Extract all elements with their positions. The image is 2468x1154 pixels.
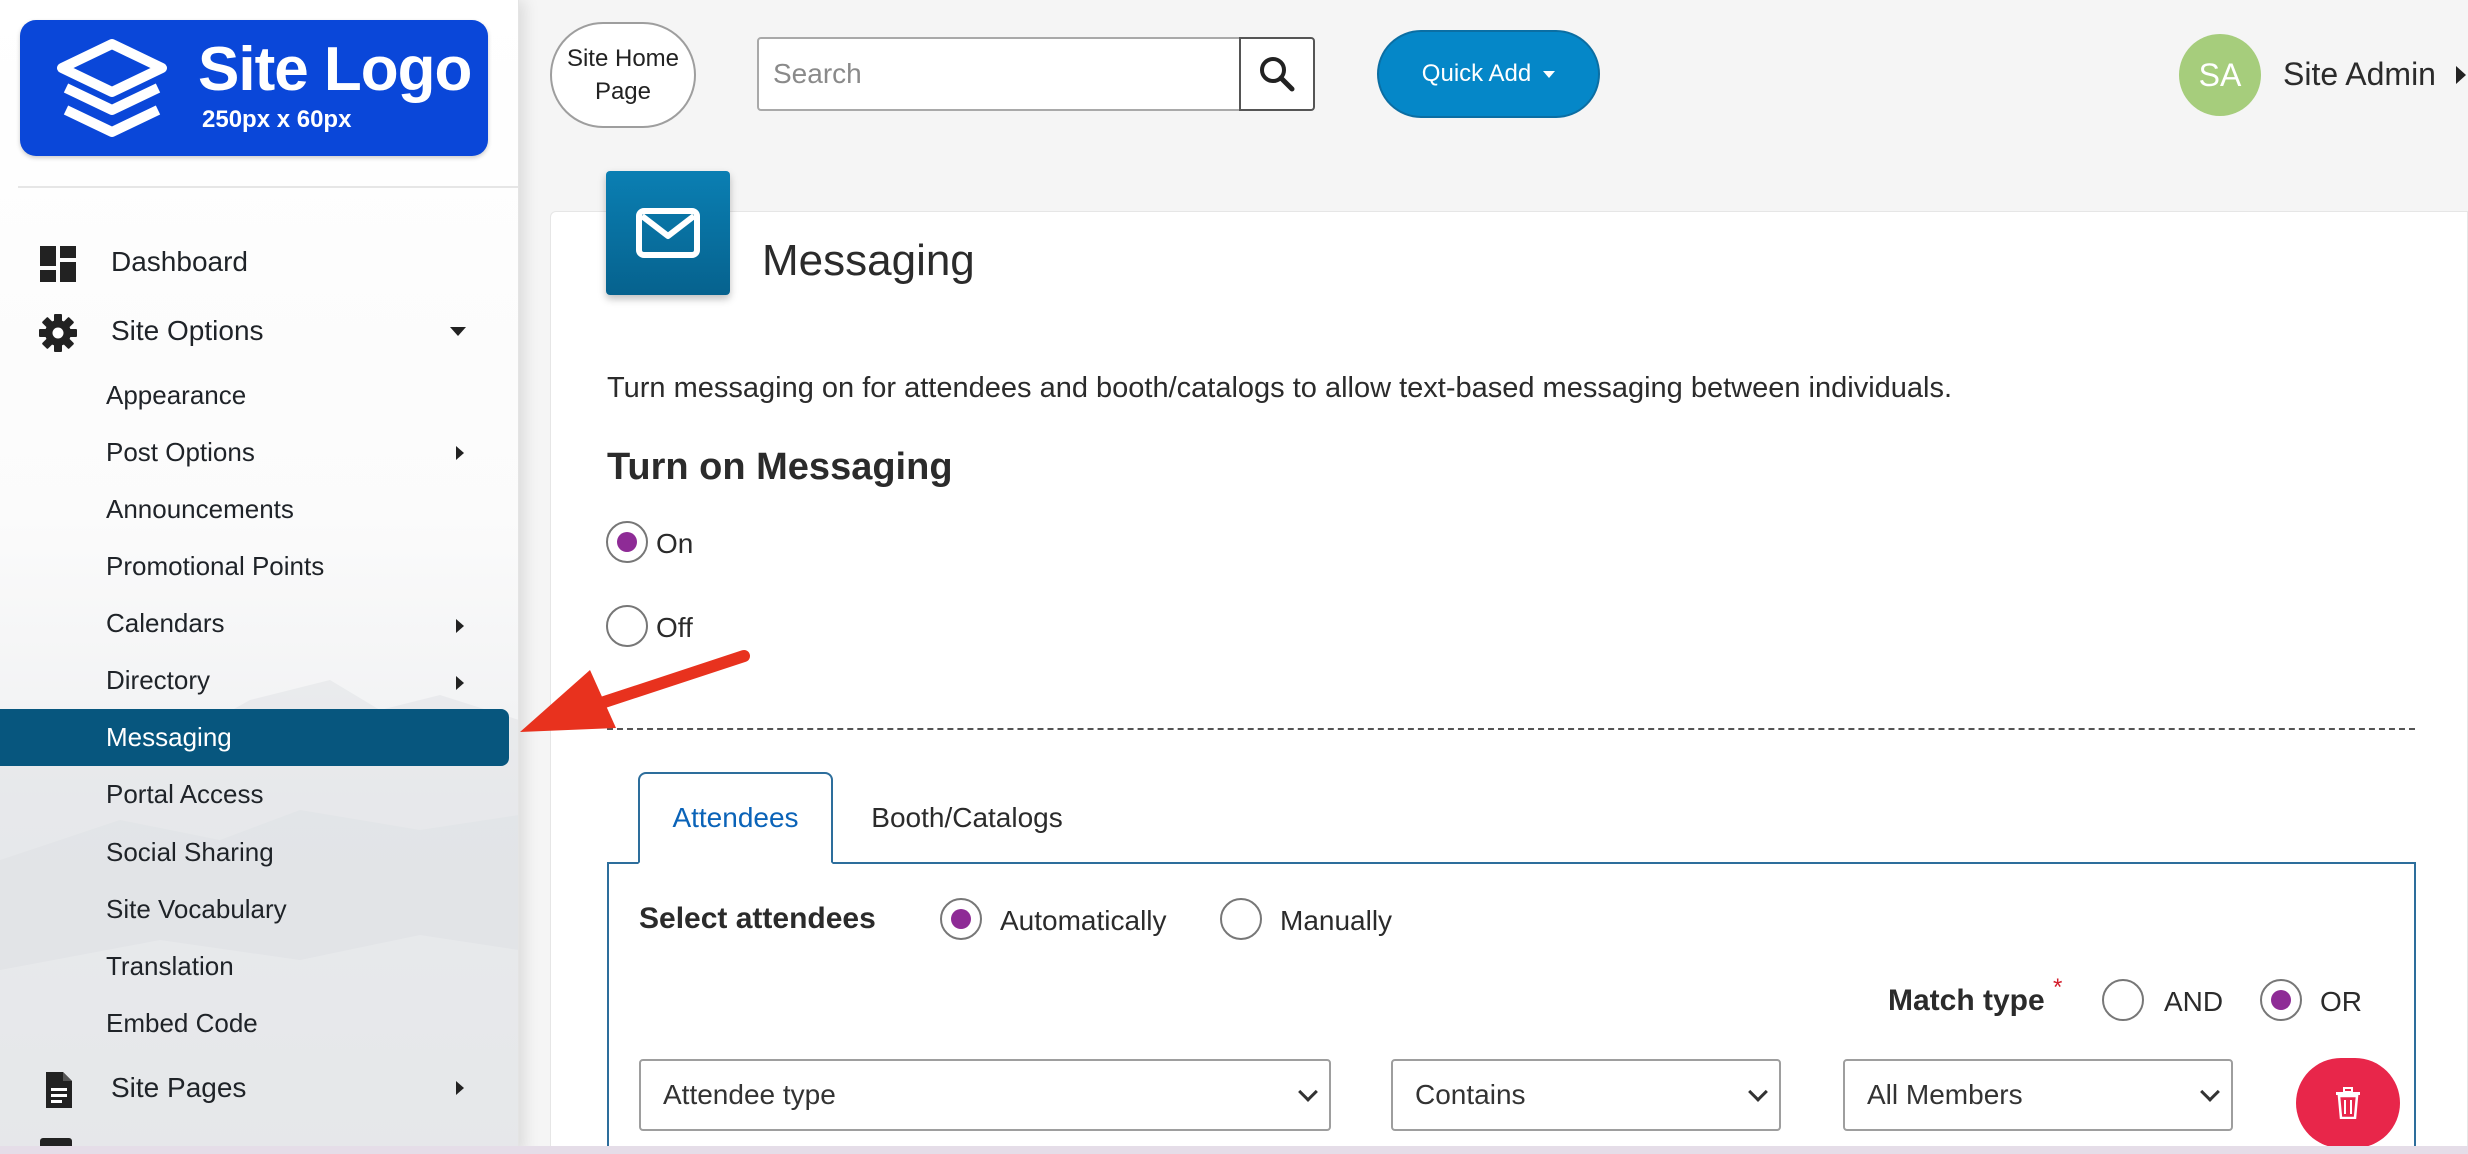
sidebar-item-label: Social Sharing bbox=[106, 837, 274, 867]
sidebar-item-label: Dashboard bbox=[111, 246, 248, 277]
required-marker: * bbox=[2053, 974, 2063, 1001]
sidebar-item-label: Messaging bbox=[106, 722, 232, 752]
sidebar-item-portal-access[interactable]: Portal Access bbox=[0, 766, 518, 823]
sidebar-item-site-vocabulary[interactable]: Site Vocabulary bbox=[0, 881, 518, 938]
delete-filter-button[interactable] bbox=[2296, 1058, 2400, 1148]
trash-icon bbox=[2336, 1087, 2360, 1119]
filter-field-value: Attendee type bbox=[663, 1079, 836, 1110]
site-home-page-button[interactable]: Site Home Page bbox=[550, 22, 696, 128]
sidebar-item-label: Embed Code bbox=[106, 1008, 258, 1038]
logo-subtitle: 250px x 60px bbox=[202, 106, 352, 133]
sidebar-item-calendars[interactable]: Calendars bbox=[0, 595, 518, 652]
sidebar-item-social-sharing[interactable]: Social Sharing bbox=[0, 824, 518, 881]
sidebar-item-site-options[interactable]: Site Options bbox=[0, 299, 518, 363]
logo-layers-icon bbox=[57, 39, 167, 137]
chevron-right-icon bbox=[456, 1081, 464, 1095]
envelope-icon bbox=[636, 208, 700, 258]
page-description: Turn messaging on for attendees and boot… bbox=[607, 372, 1953, 404]
search-button[interactable] bbox=[1239, 37, 1315, 111]
page-title: Messaging bbox=[762, 236, 975, 285]
tab-booth-catalogs[interactable]: Booth/Catalogs bbox=[846, 772, 1088, 864]
sidebar-item-label: Post Options bbox=[106, 437, 255, 467]
filter-value-value: All Members bbox=[1867, 1079, 2023, 1110]
sidebar-item-post-options[interactable]: Post Options bbox=[0, 424, 518, 481]
dashboard-icon bbox=[40, 246, 76, 282]
sidebar-item-label: Site Options bbox=[111, 315, 264, 346]
sidebar-item-label: Appearance bbox=[106, 380, 247, 410]
tab-attendees[interactable]: Attendees bbox=[638, 772, 833, 864]
user-menu-name[interactable]: Site Admin bbox=[2283, 56, 2436, 93]
bottom-edge bbox=[0, 1146, 2468, 1154]
logo-title: Site Logo bbox=[198, 35, 472, 104]
messaging-on-radio[interactable] bbox=[606, 521, 648, 563]
sidebar-item-label: Announcements bbox=[106, 494, 294, 524]
chevron-right-icon bbox=[456, 446, 464, 460]
select-automatically-label: Automatically bbox=[1000, 905, 1167, 936]
select-manually-label: Manually bbox=[1280, 905, 1393, 936]
select-attendees-label: Select attendees bbox=[639, 902, 876, 935]
sidebar-divider bbox=[18, 186, 518, 188]
gear-icon bbox=[39, 314, 77, 352]
sidebar-item-label: Translation bbox=[106, 951, 234, 981]
chevron-right-icon bbox=[456, 619, 464, 633]
quick-add-button[interactable]: Quick Add bbox=[1377, 30, 1600, 118]
chevron-down-icon bbox=[450, 327, 466, 336]
match-or-label: OR bbox=[2320, 986, 2362, 1017]
match-or-radio[interactable] bbox=[2260, 979, 2302, 1021]
annotation-arrow bbox=[520, 650, 750, 732]
user-menu-caret-icon[interactable] bbox=[2456, 66, 2466, 84]
sidebar-item-directory[interactable]: Directory bbox=[0, 652, 518, 709]
sidebar: Site Logo 250px x 60px Dashboard Site Op… bbox=[0, 0, 519, 1154]
filter-field-select[interactable]: Attendee type bbox=[639, 1059, 1331, 1131]
chevron-right-icon bbox=[456, 676, 464, 690]
filter-operator-value: Contains bbox=[1415, 1079, 1526, 1110]
sidebar-item-translation[interactable]: Translation bbox=[0, 938, 518, 995]
match-type-label: Match type bbox=[1888, 984, 2045, 1017]
sidebar-item-label: Promotional Points bbox=[106, 551, 325, 581]
match-and-label: AND bbox=[2164, 986, 2224, 1017]
sidebar-item-label: Directory bbox=[106, 665, 211, 695]
page-header-icon bbox=[606, 171, 730, 295]
chevron-down-icon bbox=[2200, 1082, 2220, 1102]
search-bar bbox=[757, 37, 1315, 111]
sidebar-item-promotional-points[interactable]: Promotional Points bbox=[0, 538, 518, 595]
select-manually-radio[interactable] bbox=[1220, 898, 1262, 940]
messaging-toggle-heading: Turn on Messaging bbox=[607, 446, 953, 488]
match-and-radio[interactable] bbox=[2102, 979, 2144, 1021]
sidebar-item-site-pages[interactable]: Site Pages bbox=[0, 1056, 518, 1120]
chevron-down-icon bbox=[1298, 1082, 1318, 1102]
search-input[interactable] bbox=[757, 37, 1241, 111]
quick-add-label: Quick Add bbox=[1421, 60, 1532, 87]
sidebar-item-label: Site Pages bbox=[111, 1072, 247, 1103]
sidebar-item-embed-code[interactable]: Embed Code bbox=[0, 995, 518, 1052]
sidebar-item-label: Portal Access bbox=[106, 779, 264, 809]
sidebar-item-announcements[interactable]: Announcements bbox=[0, 481, 518, 538]
messaging-on-label: On bbox=[656, 528, 694, 559]
select-automatically-radio[interactable] bbox=[940, 898, 982, 940]
filter-operator-select[interactable]: Contains bbox=[1391, 1059, 1781, 1131]
search-icon bbox=[1260, 57, 1295, 92]
sidebar-item-messaging[interactable]: Messaging bbox=[0, 709, 509, 766]
sidebar-item-label: Calendars bbox=[106, 608, 225, 638]
section-divider bbox=[607, 728, 2415, 730]
document-icon bbox=[46, 1072, 72, 1108]
sidebar-item-dashboard[interactable]: Dashboard bbox=[0, 230, 518, 294]
avatar[interactable]: SA bbox=[2179, 34, 2261, 116]
chevron-down-icon bbox=[1543, 70, 1556, 78]
chevron-down-icon bbox=[1748, 1082, 1768, 1102]
sidebar-item-label: Site Vocabulary bbox=[106, 894, 287, 924]
sidebar-item-appearance[interactable]: Appearance bbox=[0, 367, 518, 424]
site-logo[interactable]: Site Logo 250px x 60px bbox=[20, 20, 488, 156]
filter-value-select[interactable]: All Members bbox=[1843, 1059, 2233, 1131]
